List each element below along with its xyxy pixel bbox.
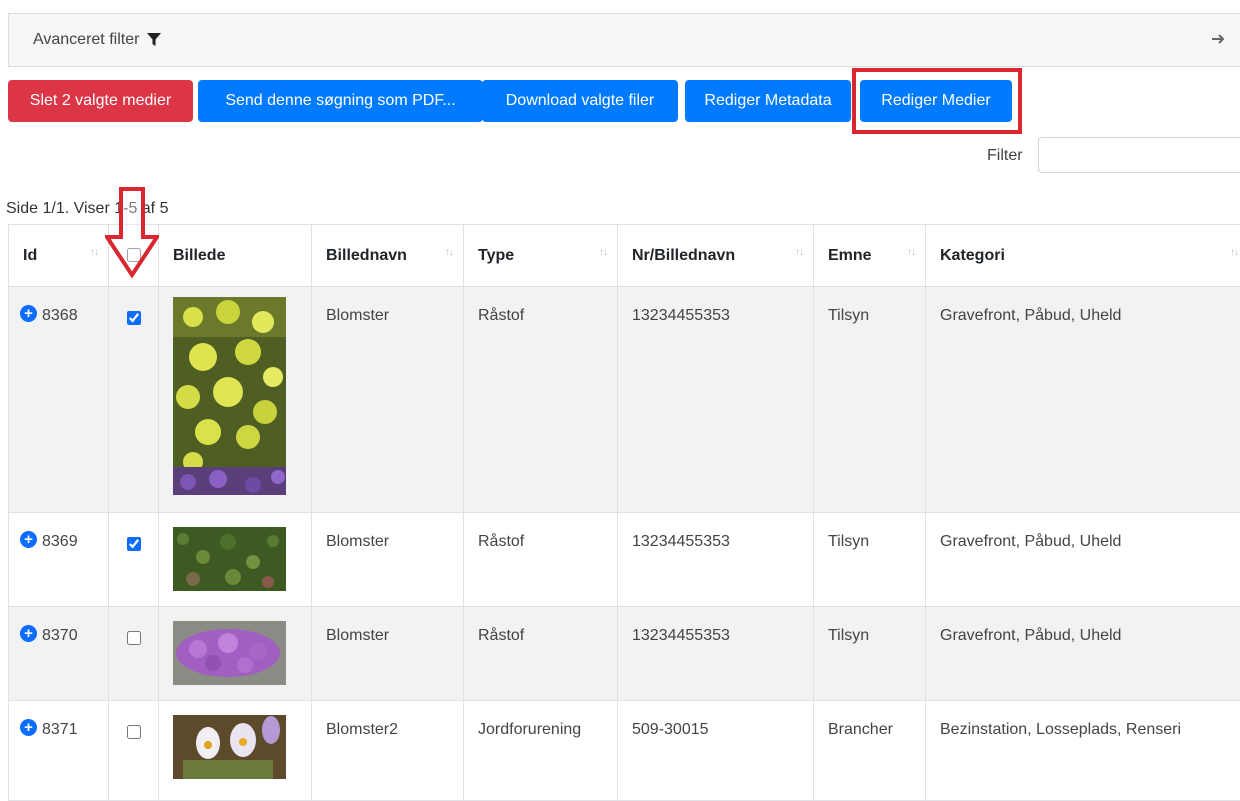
col-header-id-label: Id [23, 247, 37, 264]
table-row[interactable]: +8369 Blomster Råstof 13234455353 Tilsyn… [9, 513, 1240, 607]
cell-emne: Tilsyn [814, 607, 926, 701]
advanced-filter-bar[interactable]: Avanceret filter [8, 13, 1240, 67]
col-header-emne[interactable]: Emne ↑↓ [814, 225, 926, 287]
col-header-billednavn-label: Billednavn [326, 247, 407, 264]
edit-metadata-button[interactable]: Rediger Metadata [685, 80, 851, 122]
expand-plus-icon[interactable]: + [20, 625, 37, 642]
cell-type: Råstof [464, 607, 618, 701]
cell-select [109, 513, 159, 607]
cell-nr: 13234455353 [618, 513, 814, 607]
table-filter-label: Filter [987, 147, 1023, 165]
cell-id: +8369 [9, 513, 109, 607]
table-filter-input[interactable] [1038, 137, 1240, 173]
arrow-right-icon[interactable] [1210, 31, 1226, 47]
cell-billednavn: Blomster [312, 287, 464, 513]
cell-type: Råstof [464, 287, 618, 513]
row-checkbox[interactable] [127, 311, 141, 325]
col-header-kategori-label: Kategori [940, 247, 1005, 264]
col-header-billede-label: Billede [173, 247, 225, 264]
col-header-kategori[interactable]: Kategori ↑↓ [926, 225, 1240, 287]
row-checkbox[interactable] [127, 631, 141, 645]
cell-billednavn: Blomster [312, 513, 464, 607]
cell-type: Råstof [464, 513, 618, 607]
cell-kategori: Gravefront, Påbud, Uheld [926, 607, 1240, 701]
col-header-nr-label: Nr/Billednavn [632, 247, 735, 264]
cell-emne: Tilsyn [814, 513, 926, 607]
table-header-row: Id ↑↓ Billede Billednavn ↑↓ Type ↑↓ Nr/Bill… [9, 225, 1240, 287]
sort-icon[interactable]: ↑↓ [599, 247, 607, 258]
table-row[interactable]: +8368 Blomster Råstof 13234455353 Tilsyn… [9, 287, 1240, 513]
cell-kategori: Bezinstation, Losseplads, Renseri [926, 701, 1240, 801]
col-header-id[interactable]: Id ↑↓ [9, 225, 109, 287]
sort-icon[interactable]: ↑↓ [795, 247, 803, 258]
cell-image [159, 607, 312, 701]
cell-select [109, 287, 159, 513]
download-files-button[interactable]: Download valgte filer [482, 80, 678, 122]
table-row[interactable]: +8371 Blomster2 Jordforurening 509-30015… [9, 701, 1240, 801]
col-header-billede: Billede [159, 225, 312, 287]
cell-type: Jordforurening [464, 701, 618, 801]
cell-emne: Brancher [814, 701, 926, 801]
expand-plus-icon[interactable]: + [20, 305, 37, 322]
row-checkbox[interactable] [127, 537, 141, 551]
media-table: Id ↑↓ Billede Billednavn ↑↓ Type ↑↓ Nr/Bill… [8, 224, 1240, 801]
send-pdf-button[interactable]: Send denne søgning som PDF... [198, 80, 483, 122]
cell-id: +8370 [9, 607, 109, 701]
expand-plus-icon[interactable]: + [20, 719, 37, 736]
cell-select [109, 701, 159, 801]
cell-kategori: Gravefront, Påbud, Uheld [926, 513, 1240, 607]
cell-image [159, 287, 312, 513]
col-header-emne-label: Emne [828, 247, 872, 264]
cell-billednavn: Blomster2 [312, 701, 464, 801]
row-id: 8370 [42, 627, 78, 644]
sort-icon[interactable]: ↑↓ [90, 247, 98, 258]
delete-selected-button[interactable]: Slet 2 valgte medier [8, 80, 193, 122]
cell-nr: 13234455353 [618, 287, 814, 513]
cell-emne: Tilsyn [814, 287, 926, 513]
sort-icon[interactable]: ↑↓ [445, 247, 453, 258]
thumbnail-crocus-flowers[interactable] [173, 715, 286, 779]
thumbnail-purple-flowers[interactable] [173, 621, 286, 685]
cell-nr: 13234455353 [618, 607, 814, 701]
cell-kategori: Gravefront, Påbud, Uheld [926, 287, 1240, 513]
cell-id: +8368 [9, 287, 109, 513]
table-row[interactable]: +8370 Blomster Råstof 13234455353 Tilsyn… [9, 607, 1240, 701]
col-header-type-label: Type [478, 247, 514, 264]
sort-icon[interactable]: ↑↓ [1230, 247, 1238, 258]
annotation-arrow-down [105, 187, 159, 279]
expand-plus-icon[interactable]: + [20, 531, 37, 548]
thumbnail-green-ground[interactable] [173, 527, 286, 591]
thumbnail-yellow-flowers[interactable] [173, 297, 286, 495]
cell-image [159, 701, 312, 801]
cell-image [159, 513, 312, 607]
row-id: 8371 [42, 721, 78, 738]
sort-icon[interactable]: ↑↓ [907, 247, 915, 258]
cell-nr: 509-30015 [618, 701, 814, 801]
col-header-type[interactable]: Type ↑↓ [464, 225, 618, 287]
cell-id: +8371 [9, 701, 109, 801]
row-checkbox[interactable] [127, 725, 141, 739]
row-id: 8369 [42, 533, 78, 550]
funnel-icon [147, 33, 161, 47]
edit-media-highlight [852, 68, 1022, 134]
col-header-billednavn[interactable]: Billednavn ↑↓ [312, 225, 464, 287]
col-header-nr[interactable]: Nr/Billednavn ↑↓ [618, 225, 814, 287]
cell-billednavn: Blomster [312, 607, 464, 701]
advanced-filter-label: Avanceret filter [33, 31, 139, 49]
row-id: 8368 [42, 307, 78, 324]
cell-select [109, 607, 159, 701]
